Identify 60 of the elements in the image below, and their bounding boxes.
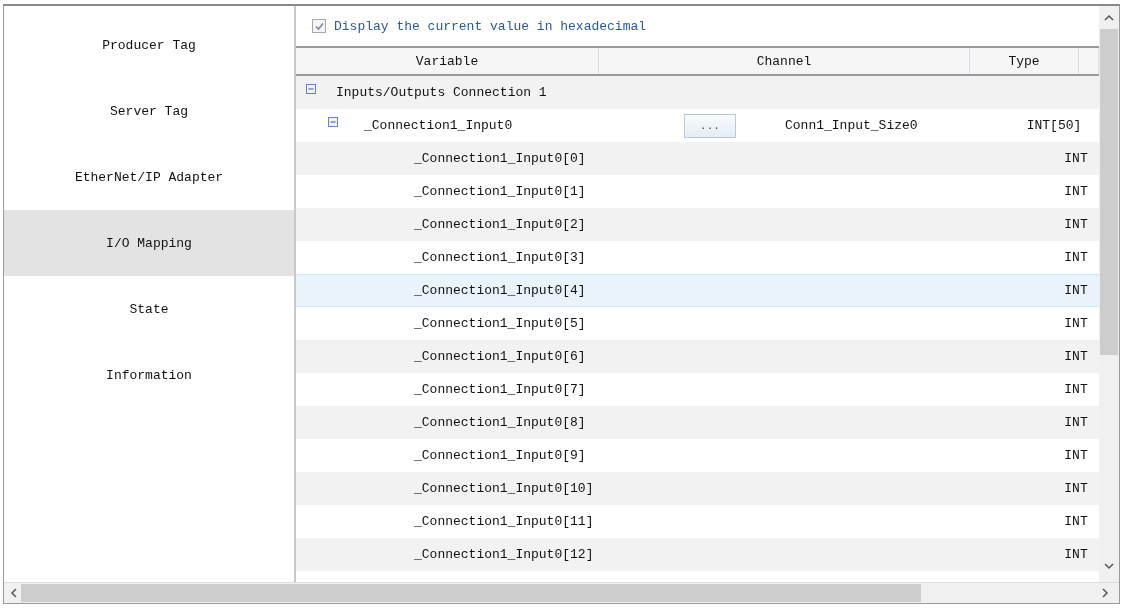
collapse-icon[interactable] <box>306 84 316 94</box>
data-type: INT <box>1064 547 1088 562</box>
variable-name: _Connection1_Input0[11] <box>414 514 594 529</box>
vertical-scrollbar[interactable] <box>1099 6 1119 582</box>
data-type: INT <box>1064 217 1088 232</box>
table-row[interactable]: _Connection1_Input0[10] INT <box>296 472 1099 505</box>
table-row[interactable]: _Connection1_Input0[8] INT <box>296 406 1099 439</box>
data-type: INT <box>1064 448 1088 463</box>
variable-name: _Connection1_Input0[1] <box>414 184 586 199</box>
scrollbar-thumb[interactable] <box>1100 29 1118 355</box>
table-row[interactable]: _Connection1_Input0[0] INT <box>296 142 1099 175</box>
variable-name: _Connection1_Input0[7] <box>414 382 586 397</box>
variable-name: _Connection1_Input0[0] <box>414 151 586 166</box>
horizontal-scrollbar[interactable] <box>4 582 1119 603</box>
data-type: INT <box>1064 349 1088 364</box>
variable-name: _Connection1_Input0[10] <box>414 481 594 496</box>
column-header[interactable]: Variable <box>296 48 599 74</box>
column-header[interactable]: Channel <box>599 48 970 74</box>
data-type: INT <box>1064 481 1088 496</box>
data-type: INT <box>1064 316 1088 331</box>
data-type: INT <box>1064 514 1088 529</box>
scroll-left-icon[interactable] <box>10 588 17 598</box>
sidebar-item[interactable]: Producer Tag <box>4 12 294 78</box>
data-type: INT <box>1064 415 1088 430</box>
column-header[interactable]: Type <box>970 48 1079 74</box>
data-type: INT <box>1064 283 1088 298</box>
data-type: INT[50] <box>1026 118 1082 133</box>
sidebar-item[interactable]: Information <box>4 342 294 408</box>
variable-name: Inputs/Outputs Connection 1 <box>336 85 547 100</box>
variable-name: _Connection1_Input0[6] <box>414 349 586 364</box>
channel-name: Conn1_Input_Size0 <box>785 118 918 133</box>
variable-name: _Connection1_Input0[9] <box>414 448 586 463</box>
checkbox[interactable] <box>312 19 326 33</box>
data-type: INT <box>1064 250 1088 265</box>
sidebar-item[interactable]: I/O Mapping <box>4 210 294 276</box>
table-row[interactable]: _Connection1_Input0[2] INT <box>296 208 1099 241</box>
sidebar-item[interactable]: Server Tag <box>4 78 294 144</box>
sidebar-item[interactable]: State <box>4 276 294 342</box>
variable-name: _Connection1_Input0[3] <box>414 250 586 265</box>
scroll-up-icon[interactable] <box>1104 14 1114 21</box>
variable-name: _Connection1_Input0[4] <box>414 283 586 298</box>
variable-name: _Connection1_Input0 <box>364 118 513 133</box>
variable-name: _Connection1_Input0[2] <box>414 217 586 232</box>
sidebar-item[interactable]: EtherNet/IP Adapter <box>4 144 294 210</box>
variable-name: _Connection1_Input0[8] <box>414 415 586 430</box>
collapse-icon[interactable] <box>328 117 338 127</box>
data-type: INT <box>1064 382 1088 397</box>
browse-button[interactable]: ... <box>684 113 736 138</box>
table-row[interactable]: _Connection1_Input0[6] INT <box>296 340 1099 373</box>
scrollbar-thumb[interactable] <box>21 584 921 602</box>
variable-name: _Connection1_Input0[12] <box>414 547 594 562</box>
checkbox-label: Display the current value in hexadecimal <box>334 18 647 34</box>
scroll-right-icon[interactable] <box>1102 588 1109 598</box>
scroll-down-icon[interactable] <box>1104 563 1114 570</box>
data-type: INT <box>1064 184 1088 199</box>
table-row[interactable]: _Connection1_Input0[12] INT <box>296 538 1099 571</box>
table-row[interactable]: _Connection1_Input0[4] INT <box>296 274 1099 307</box>
table-row[interactable]: Inputs/Outputs Connection 1 <box>296 76 1099 109</box>
variable-name: _Connection1_Input0[5] <box>414 316 586 331</box>
data-type: INT <box>1064 151 1088 166</box>
